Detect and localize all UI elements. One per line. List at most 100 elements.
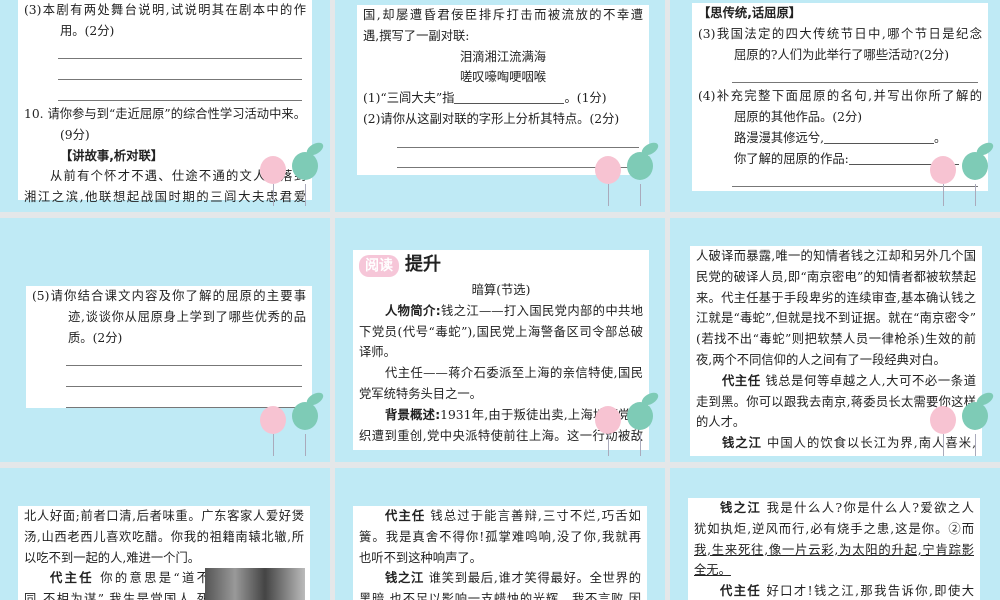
balloon-string (608, 184, 609, 206)
line-text: 的人才。 (696, 415, 746, 430)
pink-balloon-icon (595, 406, 621, 434)
balloon-string (305, 184, 306, 206)
text-line: 代主任——蒋介石委派至上海的亲信特使,国民 (359, 363, 643, 384)
line-text: 也听不到这种响声了。 (359, 550, 482, 565)
line-text: (9分) (60, 127, 90, 142)
line-text: (3)本剧有两处舞台说明,试说明其在剧本中的作 (24, 3, 306, 17)
text-line: (2)请你从这副对联的字形上分析其特点。(2分) (363, 109, 643, 130)
text-line: (3)本剧有两处舞台说明,试说明其在剧本中的作 (24, 0, 306, 21)
slide-3[interactable]: 【思传统,话屈原】 (3)我国法定的四大传统节日中,哪个节日是纪念 屈原的?人们为此… (670, 0, 1000, 212)
pink-balloon-icon (930, 156, 956, 184)
teal-balloon-icon (292, 152, 318, 180)
answer-line[interactable] (698, 65, 982, 86)
balloon-decoration (926, 398, 996, 458)
line-text: 用。(2分) (60, 23, 115, 38)
line-text: 钱总过于能言善辩,三寸不烂,巧舌如 (425, 509, 641, 523)
text-line: 汤,山西老西儿喜欢吃醋。你我的祖籍南辕北辙,所 (24, 527, 304, 548)
speaker-label: 代主任 (722, 373, 761, 388)
text-line: 遇,撰写了一副对联: (363, 26, 643, 47)
text-line: 代主任 钱总是何等卓越之人,大可不必一条道 (696, 371, 976, 392)
text-line: 江就是“毒蛇”,但就是找不到证据。就在“南京密令” (696, 308, 976, 329)
speaker-label: 代主任 (385, 509, 426, 523)
balloon-string (273, 434, 274, 456)
line-text: 以吃不到一起的人,难进一个门。 (24, 550, 201, 565)
text-line: 以吃不到一起的人,难进一个门。 (24, 548, 304, 569)
text-line: 人破译而暴露,唯一的知情者钱之江却和另外几个国 (696, 246, 976, 267)
text-line: 代主任 好口才!钱之江,那我告诉你,即使大 (694, 581, 974, 600)
answer-line[interactable] (32, 369, 306, 390)
line-text: 江就是“毒蛇”,但就是找不到证据。就在“南京密令” (696, 311, 976, 326)
text-line: 我,生来死往,像一片云彩,为太阳的升起,宁肯踪影 (694, 540, 974, 561)
text-line: (1)“三闾大夫”指 。(1分) (363, 88, 643, 109)
line-text: 【思传统,话屈原】 (698, 6, 802, 20)
teal-balloon-icon (627, 152, 653, 180)
text-line: 犹如执炬,逆风而行,必有烧手之患,这是你。②而 (694, 519, 974, 540)
line-text: 迹,谈谈你从屈原身上学到了哪些优秀的品 (68, 309, 306, 324)
line-text: 质。(2分) (68, 330, 123, 345)
balloon-string (975, 184, 976, 206)
balloon-string (640, 184, 641, 206)
balloon-decoration (591, 148, 661, 208)
line-text: (若找不出“毒蛇”则把软禁人员一律枪杀)生效的前 (696, 332, 976, 347)
slide-1[interactable]: (3)本剧有两处舞台说明,试说明其在剧本中的作 用。(2分) 10. 请你参与到“走… (0, 0, 330, 212)
slide-5[interactable]: 阅读 提升 暗算(节选) 人物简介:钱之江——打入国民党内部的中共地 下党员(代号“毒蛇… (335, 218, 665, 462)
line-text: 路漫漫其修远兮, (734, 130, 824, 145)
line-text: (5)请你结合课文内容及你了解的屈原的主要事 (32, 289, 306, 303)
line-text: (2)请你从这副对联的字形上分析其特点。(2分) (363, 111, 620, 126)
line-text: 北人好面;前者口清,后者味重。广东客家人爱好煲 (24, 509, 304, 523)
line-text: 遇,撰写了一副对联: (363, 28, 470, 43)
line-text: 屈原的其他作品。(2分) (734, 109, 863, 124)
line-text: 我是什么人?你是什么人?爱欲之人 (761, 501, 974, 515)
teal-balloon-icon (627, 402, 653, 430)
teal-balloon-icon (962, 152, 988, 180)
slide-8[interactable]: 代主任 钱总过于能言善辩,三寸不烂,巧舌如簧。我是真舍不得你!孤掌难鸣响,没了你… (335, 468, 665, 600)
answer-line[interactable] (24, 83, 306, 104)
line-text: 国,却屡遭昏君佞臣排斥打击而被流放的不幸遭 (363, 8, 643, 22)
line-text-after: 。(1分) (564, 91, 607, 106)
text-line: 泪滴湘江流满海 (363, 47, 643, 68)
slide-6[interactable]: 人破译而暴露,唯一的知情者钱之江却和另外几个国 民党的破译人员,即“南京密电”的知… (670, 218, 1000, 462)
speaker-label: 代主任 (50, 571, 94, 586)
speaker-label: 背景概述: (385, 407, 441, 422)
slide-4[interactable]: (5)请你结合课文内容及你了解的屈原的主要事迹,谈谈你从屈原身上学到了哪些优秀的… (0, 218, 330, 462)
pink-balloon-icon (930, 406, 956, 434)
teal-balloon-icon (292, 402, 318, 430)
text-line: 代主任 钱总过于能言善辩,三寸不烂,巧舌如 (359, 506, 641, 527)
text-line: 嗟叹嚎啕哽咽喉 (363, 67, 643, 88)
fill-in-blank[interactable] (454, 90, 565, 105)
line-text: (4)补充完整下面屈原的名句,并写出你所了解的 (698, 89, 982, 104)
line-text: 犹如执炬,逆风而行,必有烧手之患,这是你。②而 (694, 521, 974, 536)
teal-balloon-icon (962, 402, 988, 430)
text-line: 【思传统,话屈原】 (698, 3, 982, 24)
line-text: 簧。我是真舍不得你!孤掌难鸣响,没了你,我就再 (359, 529, 641, 544)
balloon-decoration (256, 398, 326, 458)
slide-2[interactable]: 国,却屡遭昏君佞臣排斥打击而被流放的不幸遭 遇,撰写了一副对联: 泪滴湘江流满海嗟叹… (335, 0, 665, 212)
balloon-string (975, 434, 976, 456)
line-text: 【讲故事,析对联】 (60, 148, 164, 163)
text-line: 用。(2分) (24, 21, 306, 42)
answer-line[interactable] (32, 348, 306, 369)
text-line: (4)补充完整下面屈原的名句,并写出你所了解的 (698, 86, 982, 107)
text-line: 钱之江 谁笑到最后,谁才笑得最好。全世界的 (359, 568, 641, 589)
balloon-string (305, 434, 306, 456)
text-line: 屈原的其他作品。(2分) (698, 107, 982, 128)
text-line: 译师。 (359, 342, 643, 363)
text-line: 同,不相为谋”,我生是党国人,死 (24, 589, 209, 600)
text-line: 黑暗,也不足以影响一支蜡烛的光辉。我不言败,因 (359, 589, 641, 600)
line-text: 泪滴湘江流满海 (459, 49, 547, 64)
line-text-after: 。 (934, 130, 947, 145)
balloon-string (943, 434, 944, 456)
line-text: 来。代主任基于手段卑劣的连续审查,基本确认钱之 (696, 290, 976, 305)
text-line: (若找不出“毒蛇”则把软禁人员一律枪杀)生效的前 (696, 329, 976, 350)
balloon-string (640, 434, 641, 456)
slide-9[interactable]: 钱之江 我是什么人?你是什么人?爱欲之人 犹如执炬,逆风而行,必有烧手之患,这是你… (670, 468, 1000, 600)
slide-7[interactable]: 北人好面;前者口清,后者味重。广东客家人爱好煲汤,山西老西儿喜欢吃醋。你我的祖籍… (0, 468, 330, 600)
film-still-photo (205, 568, 305, 600)
answer-line[interactable] (24, 42, 306, 63)
line-text: 同,不相为谋”,我生是党国人,死 (24, 592, 209, 600)
answer-line[interactable] (24, 62, 306, 83)
fill-in-blank[interactable] (824, 130, 934, 144)
line-text: 我,生来死往,像一片云彩,为太阳的升起,宁肯踪影 (694, 542, 974, 557)
text-line: 暗算(节选) (359, 280, 643, 301)
line-text: 钱总是何等卓越之人,大可不必一条道 (760, 373, 976, 388)
